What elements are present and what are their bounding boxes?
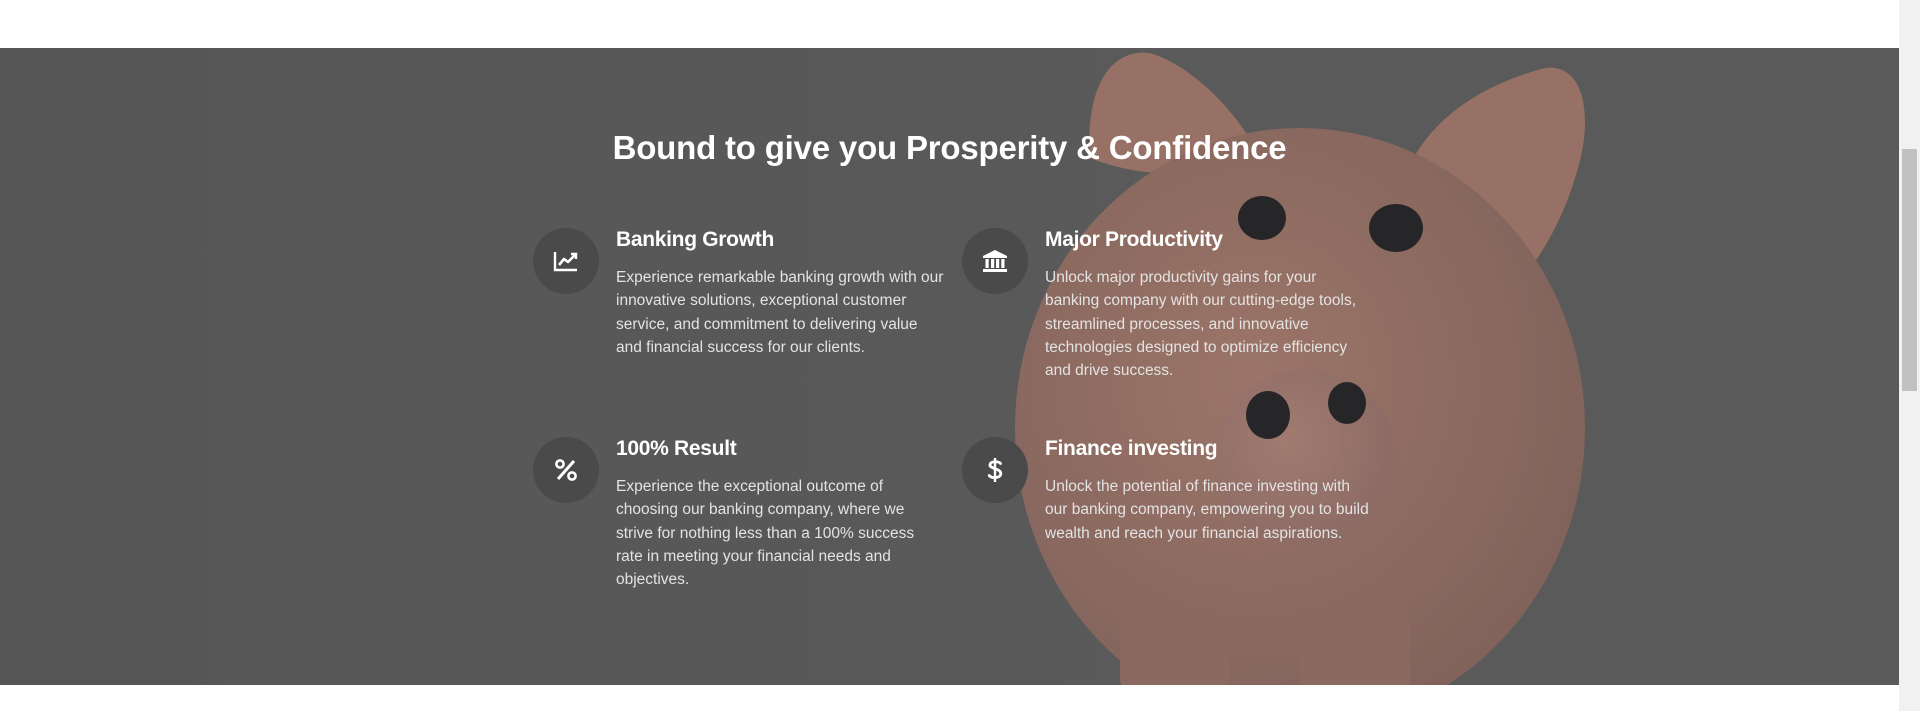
dollar-icon [962, 437, 1028, 503]
chart-line-icon [533, 228, 599, 294]
features-section: Bound to give you Prosperity & Confidenc… [0, 48, 1899, 685]
feature-title: Banking Growth [616, 228, 774, 251]
feature-description: Unlock major productivity gains for your… [1045, 269, 1357, 380]
feature-description: Experience remarkable banking growth wit… [616, 269, 944, 356]
feature-description: Unlock the potential of finance investin… [1045, 478, 1369, 542]
feature-title: 100% Result [616, 437, 737, 460]
percent-icon [533, 437, 599, 503]
bank-icon [962, 228, 1028, 294]
feature-title: Major Productivity [1045, 228, 1223, 251]
section-headline: Bound to give you Prosperity & Confidenc… [612, 129, 1287, 166]
feature-description: Experience the exceptional outcome of ch… [616, 478, 915, 589]
page-scrollbar-thumb[interactable] [1902, 149, 1917, 391]
feature-title: Finance investing [1045, 437, 1218, 460]
